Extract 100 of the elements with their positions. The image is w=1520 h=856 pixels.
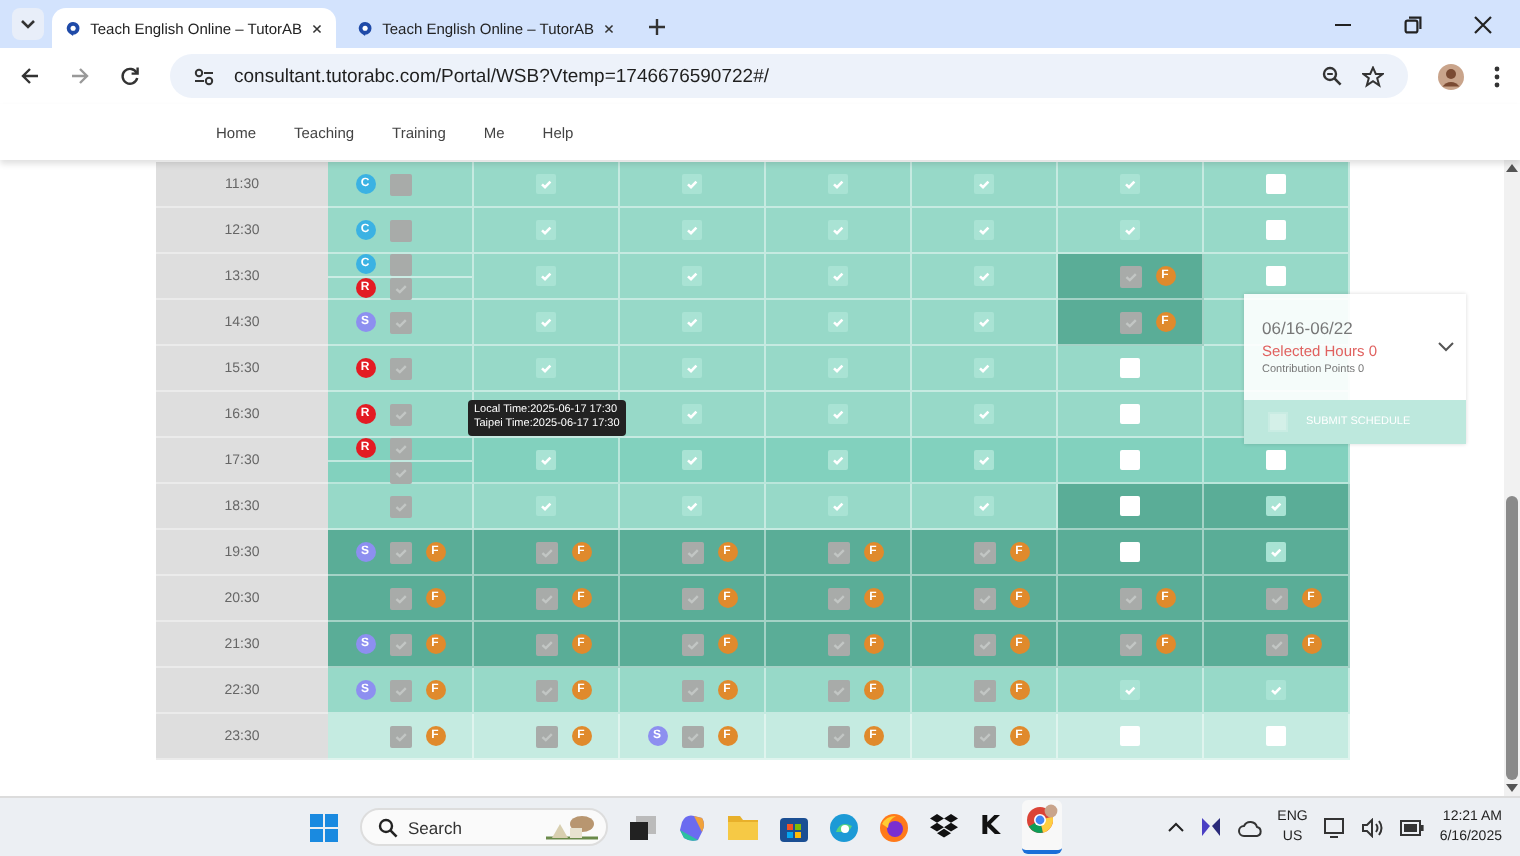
checkbox[interactable] bbox=[1266, 496, 1286, 516]
close-icon[interactable] bbox=[604, 21, 614, 35]
schedule-cell[interactable] bbox=[1058, 714, 1204, 760]
schedule-cell[interactable] bbox=[912, 254, 1058, 300]
checkbox[interactable] bbox=[974, 404, 994, 424]
new-tab-icon[interactable] bbox=[648, 18, 666, 36]
schedule-cell[interactable] bbox=[1204, 530, 1350, 576]
schedule-cell[interactable] bbox=[1058, 438, 1204, 484]
schedule-cell[interactable] bbox=[474, 346, 620, 392]
checkbox[interactable] bbox=[974, 312, 994, 332]
restore-icon[interactable] bbox=[1404, 16, 1422, 34]
checkbox[interactable] bbox=[1266, 174, 1286, 194]
checkbox[interactable] bbox=[974, 358, 994, 378]
windows-logo-icon[interactable] bbox=[310, 813, 338, 841]
checkbox[interactable] bbox=[1266, 220, 1286, 240]
schedule-cell[interactable] bbox=[620, 254, 766, 300]
schedule-cell[interactable] bbox=[1204, 484, 1350, 530]
menu-icon[interactable] bbox=[1494, 65, 1500, 87]
schedule-cell[interactable] bbox=[328, 484, 474, 530]
schedule-cell[interactable] bbox=[620, 346, 766, 392]
checkbox[interactable] bbox=[536, 174, 556, 194]
checkbox[interactable] bbox=[974, 220, 994, 240]
schedule-cell[interactable] bbox=[620, 392, 766, 438]
checkbox[interactable] bbox=[682, 358, 702, 378]
checkbox[interactable] bbox=[1120, 174, 1140, 194]
schedule-cell[interactable] bbox=[766, 300, 912, 346]
checkbox[interactable] bbox=[974, 496, 994, 516]
checkbox[interactable] bbox=[1266, 542, 1286, 562]
checkbox[interactable] bbox=[536, 312, 556, 332]
checkbox[interactable] bbox=[1120, 496, 1140, 516]
schedule-cell[interactable] bbox=[1058, 208, 1204, 254]
address-field[interactable]: consultant.tutorabc.com/Portal/WSB?Vtemp=1746676590722#/ bbox=[170, 54, 1408, 98]
schedule-cell[interactable] bbox=[1204, 714, 1350, 760]
schedule-cell[interactable] bbox=[474, 162, 620, 208]
schedule-cell[interactable] bbox=[912, 162, 1058, 208]
schedule-cell[interactable] bbox=[1058, 346, 1204, 392]
schedule-cell[interactable] bbox=[1204, 668, 1350, 714]
checkbox[interactable] bbox=[536, 496, 556, 516]
checkbox[interactable] bbox=[1120, 680, 1140, 700]
checkbox[interactable] bbox=[1120, 726, 1140, 746]
schedule-cell[interactable] bbox=[620, 438, 766, 484]
schedule-cell[interactable] bbox=[474, 254, 620, 300]
scrollbar[interactable] bbox=[1504, 160, 1520, 796]
checkbox[interactable] bbox=[682, 174, 702, 194]
schedule-cell[interactable] bbox=[620, 300, 766, 346]
checkbox[interactable] bbox=[828, 266, 848, 286]
battery-icon[interactable] bbox=[1399, 819, 1424, 835]
checkbox[interactable] bbox=[536, 266, 556, 286]
store-icon[interactable] bbox=[780, 813, 808, 841]
schedule-cell[interactable] bbox=[912, 208, 1058, 254]
schedule-cell[interactable] bbox=[766, 346, 912, 392]
schedule-cell[interactable] bbox=[620, 208, 766, 254]
schedule-cell[interactable] bbox=[1058, 668, 1204, 714]
checkbox[interactable] bbox=[536, 450, 556, 470]
forward-icon[interactable] bbox=[70, 66, 90, 86]
close-icon[interactable] bbox=[312, 21, 322, 35]
schedule-cell[interactable] bbox=[912, 346, 1058, 392]
checkbox[interactable] bbox=[828, 220, 848, 240]
checkbox[interactable] bbox=[828, 312, 848, 332]
schedule-cell[interactable] bbox=[1204, 438, 1350, 484]
folder-icon[interactable] bbox=[728, 814, 758, 840]
monitor-icon[interactable] bbox=[1323, 817, 1346, 837]
schedule-cell[interactable] bbox=[912, 484, 1058, 530]
reload-icon[interactable] bbox=[120, 66, 140, 86]
cloud-icon[interactable] bbox=[1237, 817, 1262, 837]
schedule-cell[interactable] bbox=[766, 208, 912, 254]
swirl-icon[interactable] bbox=[678, 813, 706, 841]
checkbox[interactable] bbox=[1120, 404, 1140, 424]
task-view-icon[interactable] bbox=[630, 815, 656, 839]
checkbox[interactable] bbox=[828, 496, 848, 516]
schedule-cell[interactable] bbox=[1204, 208, 1350, 254]
search-field[interactable]: Search bbox=[360, 808, 608, 846]
close-icon[interactable] bbox=[1474, 16, 1492, 34]
chevron-down-icon[interactable] bbox=[1438, 342, 1454, 352]
schedule-cell[interactable] bbox=[912, 300, 1058, 346]
checkbox[interactable] bbox=[828, 450, 848, 470]
checkbox[interactable] bbox=[828, 358, 848, 378]
checkbox[interactable] bbox=[682, 312, 702, 332]
checkbox[interactable] bbox=[974, 174, 994, 194]
schedule-cell[interactable] bbox=[1058, 392, 1204, 438]
checkbox[interactable] bbox=[682, 496, 702, 516]
checkbox[interactable] bbox=[682, 404, 702, 424]
app-letter-icon[interactable]: K bbox=[980, 812, 1001, 842]
checkbox[interactable] bbox=[1120, 542, 1140, 562]
checkbox[interactable] bbox=[828, 174, 848, 194]
schedule-cell[interactable] bbox=[1058, 162, 1204, 208]
schedule-cell[interactable] bbox=[912, 438, 1058, 484]
checkbox[interactable] bbox=[536, 358, 556, 378]
schedule-cell[interactable] bbox=[474, 300, 620, 346]
schedule-cell[interactable] bbox=[474, 484, 620, 530]
caret-up-icon[interactable] bbox=[1167, 822, 1184, 832]
tab-list-button[interactable] bbox=[12, 8, 44, 40]
checkbox[interactable] bbox=[1266, 680, 1286, 700]
schedule-cell[interactable] bbox=[1058, 484, 1204, 530]
schedule-cell[interactable] bbox=[620, 162, 766, 208]
wave-icon[interactable] bbox=[830, 813, 858, 841]
schedule-cell[interactable] bbox=[766, 438, 912, 484]
checkbox[interactable] bbox=[828, 404, 848, 424]
schedule-cell[interactable] bbox=[766, 162, 912, 208]
schedule-cell[interactable] bbox=[620, 484, 766, 530]
